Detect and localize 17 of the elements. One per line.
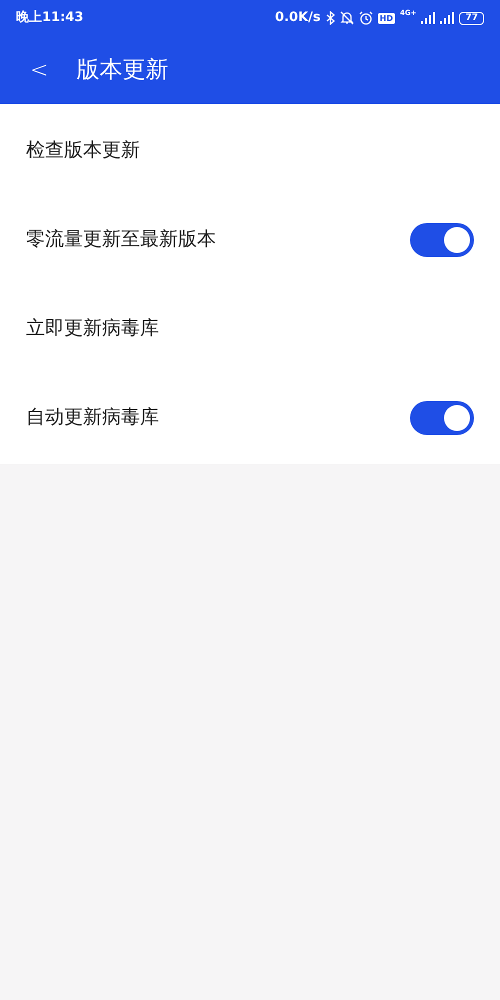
hd-badge: HD <box>378 12 395 24</box>
bluetooth-icon <box>326 11 335 25</box>
toggle-switch[interactable] <box>410 400 474 434</box>
setting-label[interactable]: 检查版本更新 <box>26 136 140 165</box>
network-speed: 0.0K/s <box>275 9 321 28</box>
alarm-icon <box>358 11 373 25</box>
toggle-switch[interactable] <box>410 222 474 256</box>
setting-label[interactable]: 立即更新病毒库 <box>26 314 159 343</box>
page-title: 版本更新 <box>76 56 168 85</box>
status-time: 晚上11:43 <box>16 9 84 28</box>
signal-icon <box>421 12 436 24</box>
setting-label[interactable]: 零流量更新至最新版本 <box>26 225 216 254</box>
muted-bell-icon <box>340 11 354 25</box>
battery-indicator: 77 <box>459 12 484 24</box>
setting-label[interactable]: 自动更新病毒库 <box>26 403 159 432</box>
signal-icon <box>440 12 454 24</box>
back-button[interactable]: < <box>30 54 48 86</box>
